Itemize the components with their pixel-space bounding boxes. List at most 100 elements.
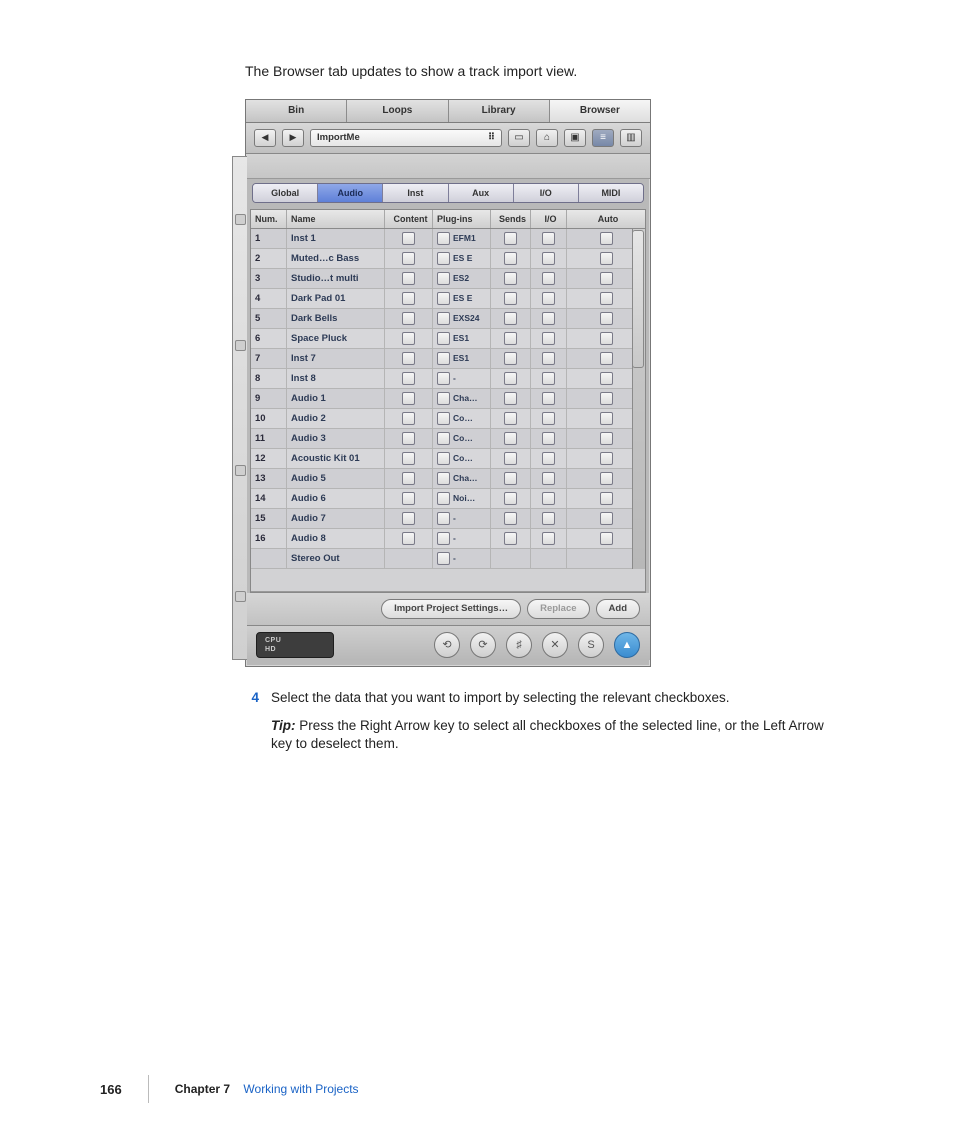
checkbox[interactable] bbox=[542, 532, 555, 545]
transport-metronome-icon[interactable]: ✕ bbox=[542, 632, 568, 658]
filter-tab-midi[interactable]: MIDI bbox=[579, 184, 643, 202]
path-dropdown[interactable]: ImportMe ⠿ bbox=[310, 129, 502, 147]
col-header-name[interactable]: Name bbox=[287, 210, 385, 228]
checkbox[interactable] bbox=[437, 512, 450, 525]
checkbox[interactable] bbox=[437, 372, 450, 385]
checkbox[interactable] bbox=[600, 272, 613, 285]
checkbox[interactable] bbox=[437, 312, 450, 325]
table-row[interactable]: 7Inst 7ES1 bbox=[251, 349, 645, 369]
checkbox[interactable] bbox=[600, 392, 613, 405]
project-icon[interactable]: ▣ bbox=[564, 129, 586, 147]
nav-back-button[interactable]: ◀ bbox=[254, 129, 276, 147]
checkbox[interactable] bbox=[542, 332, 555, 345]
nav-forward-button[interactable]: ▶ bbox=[282, 129, 304, 147]
checkbox[interactable] bbox=[504, 532, 517, 545]
tab-loops[interactable]: Loops bbox=[347, 100, 448, 122]
checkbox[interactable] bbox=[542, 232, 555, 245]
checkbox[interactable] bbox=[437, 292, 450, 305]
filter-tab-global[interactable]: Global bbox=[253, 184, 318, 202]
monitor-icon[interactable]: ▭ bbox=[508, 129, 530, 147]
checkbox[interactable] bbox=[600, 452, 613, 465]
checkbox[interactable] bbox=[504, 252, 517, 265]
table-row[interactable]: 12Acoustic Kit 01Co… bbox=[251, 449, 645, 469]
table-row[interactable]: 11Audio 3Co… bbox=[251, 429, 645, 449]
checkbox[interactable] bbox=[504, 392, 517, 405]
col-header-num[interactable]: Num. bbox=[251, 210, 287, 228]
checkbox[interactable] bbox=[402, 312, 415, 325]
checkbox[interactable] bbox=[504, 372, 517, 385]
checkbox[interactable] bbox=[402, 452, 415, 465]
checkbox[interactable] bbox=[542, 392, 555, 405]
checkbox[interactable] bbox=[437, 432, 450, 445]
checkbox[interactable] bbox=[600, 512, 613, 525]
checkbox[interactable] bbox=[600, 432, 613, 445]
checkbox[interactable] bbox=[437, 452, 450, 465]
checkbox[interactable] bbox=[542, 472, 555, 485]
table-row[interactable]: 16Audio 8- bbox=[251, 529, 645, 549]
checkbox[interactable] bbox=[542, 452, 555, 465]
checkbox[interactable] bbox=[600, 312, 613, 325]
checkbox[interactable] bbox=[437, 412, 450, 425]
checkbox[interactable] bbox=[402, 532, 415, 545]
checkbox[interactable] bbox=[504, 312, 517, 325]
checkbox[interactable] bbox=[437, 332, 450, 345]
tab-bin[interactable]: Bin bbox=[246, 100, 347, 122]
tab-browser[interactable]: Browser bbox=[550, 100, 650, 122]
scrollbar-thumb[interactable] bbox=[632, 230, 644, 368]
filter-tab-aux[interactable]: Aux bbox=[449, 184, 514, 202]
checkbox[interactable] bbox=[437, 552, 450, 565]
checkbox[interactable] bbox=[542, 312, 555, 325]
checkbox[interactable] bbox=[504, 292, 517, 305]
table-row[interactable]: 5Dark BellsEXS24 bbox=[251, 309, 645, 329]
table-row[interactable]: 2Muted…c BassES E bbox=[251, 249, 645, 269]
table-row[interactable]: 8Inst 8- bbox=[251, 369, 645, 389]
checkbox[interactable] bbox=[504, 232, 517, 245]
checkbox[interactable] bbox=[402, 352, 415, 365]
checkbox[interactable] bbox=[600, 492, 613, 505]
table-row[interactable]: 9Audio 1Cha… bbox=[251, 389, 645, 409]
checkbox[interactable] bbox=[542, 512, 555, 525]
checkbox[interactable] bbox=[402, 392, 415, 405]
col-header-io[interactable]: I/O bbox=[531, 210, 567, 228]
add-button[interactable]: Add bbox=[596, 599, 640, 619]
table-row[interactable]: 3Studio…t multiES2 bbox=[251, 269, 645, 289]
table-row[interactable]: 15Audio 7- bbox=[251, 509, 645, 529]
checkbox[interactable] bbox=[504, 272, 517, 285]
checkbox[interactable] bbox=[402, 432, 415, 445]
filter-tab-audio[interactable]: Audio bbox=[318, 184, 383, 202]
home-icon[interactable]: ⌂ bbox=[536, 129, 558, 147]
checkbox[interactable] bbox=[542, 372, 555, 385]
transport-tuner-icon[interactable]: ♯ bbox=[506, 632, 532, 658]
col-header-auto[interactable]: Auto bbox=[567, 210, 645, 228]
transport-rewind-icon[interactable]: ⟲ bbox=[434, 632, 460, 658]
table-row[interactable]: 1Inst 1EFM1 bbox=[251, 229, 645, 249]
table-row[interactable]: 4Dark Pad 01ES E bbox=[251, 289, 645, 309]
checkbox[interactable] bbox=[542, 292, 555, 305]
checkbox[interactable] bbox=[600, 472, 613, 485]
scrollbar-track[interactable] bbox=[632, 229, 645, 569]
checkbox[interactable] bbox=[402, 472, 415, 485]
checkbox[interactable] bbox=[600, 292, 613, 305]
checkbox[interactable] bbox=[402, 292, 415, 305]
checkbox[interactable] bbox=[542, 272, 555, 285]
checkbox[interactable] bbox=[504, 332, 517, 345]
checkbox[interactable] bbox=[504, 452, 517, 465]
checkbox[interactable] bbox=[504, 432, 517, 445]
col-header-plugins[interactable]: Plug-ins bbox=[433, 210, 491, 228]
col-header-sends[interactable]: Sends bbox=[491, 210, 531, 228]
column-view-icon[interactable]: ▥ bbox=[620, 129, 642, 147]
checkbox[interactable] bbox=[437, 532, 450, 545]
checkbox[interactable] bbox=[504, 352, 517, 365]
table-row[interactable]: Stereo Out- bbox=[251, 549, 645, 569]
checkbox[interactable] bbox=[402, 252, 415, 265]
checkbox[interactable] bbox=[600, 372, 613, 385]
replace-button[interactable]: Replace bbox=[527, 599, 589, 619]
checkbox[interactable] bbox=[542, 352, 555, 365]
checkbox[interactable] bbox=[437, 392, 450, 405]
checkbox[interactable] bbox=[402, 232, 415, 245]
checkbox[interactable] bbox=[437, 232, 450, 245]
checkbox[interactable] bbox=[437, 352, 450, 365]
list-view-icon[interactable]: ≡ bbox=[592, 129, 614, 147]
checkbox[interactable] bbox=[542, 432, 555, 445]
filter-tab-inst[interactable]: Inst bbox=[383, 184, 448, 202]
